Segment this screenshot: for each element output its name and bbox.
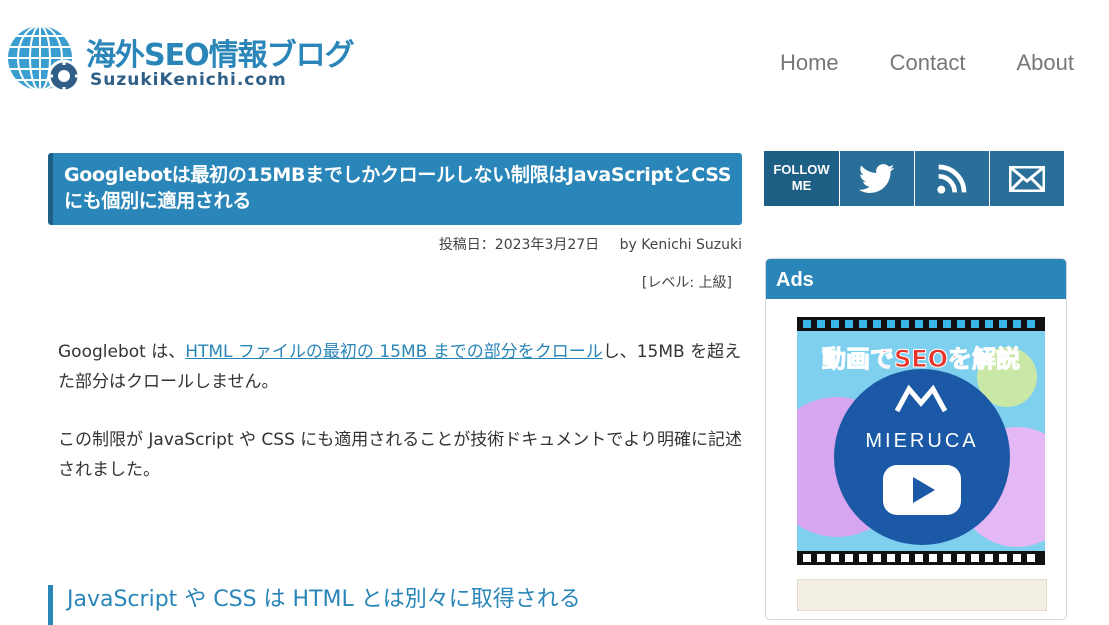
nav-about[interactable]: About <box>1017 50 1075 76</box>
article-title-box: Googlebotは最初の15MBまでしかクロールしない制限はJavaScrip… <box>48 153 742 225</box>
article-meta: 投稿日：2023年3月27日 by Kenichi Suzuki <box>48 234 742 256</box>
paragraph-1-start: Googlebot は、 <box>58 342 186 362</box>
mail-icon <box>1009 165 1045 192</box>
article: Googlebotは最初の15MBまでしかクロールしない制限はJavaScrip… <box>48 153 742 625</box>
site-subtitle: SuzukiKenichi.com <box>90 70 287 90</box>
post-author[interactable]: by Kenichi Suzuki <box>620 237 742 253</box>
site-header: 海外SEO情報ブログ SuzukiKenichi.com Home Contac… <box>0 0 1109 110</box>
ad-banner-secondary[interactable] <box>797 579 1047 611</box>
nav-contact[interactable]: Contact <box>890 50 966 76</box>
follow-bar: FOLLOW ME <box>764 151 1065 206</box>
site-logo[interactable]: 海外SEO情報ブログ SuzukiKenichi.com <box>6 24 396 98</box>
rss-button[interactable] <box>914 151 989 206</box>
twitter-icon <box>859 163 895 193</box>
inline-link-html-15mb[interactable]: HTML ファイルの最初の 15MB までの部分をクロール <box>185 342 602 362</box>
follow-me-label: FOLLOW ME <box>764 151 839 206</box>
paragraph-1: Googlebot は、HTML ファイルの最初の 15MB までの部分をクロー… <box>48 337 742 397</box>
rss-icon <box>937 164 967 194</box>
ads-widget: Ads 動画でSEOを解説 MIERUCA <box>765 258 1077 620</box>
globe-logo-icon <box>8 26 81 93</box>
ad-headline: 動画でSEOを解説 <box>822 345 1020 373</box>
section-heading: JavaScript や CSS は HTML とは別々に取得される <box>48 585 761 625</box>
site-title: 海外SEO情報ブログ <box>86 38 355 73</box>
article-level: [レベル: 上級] <box>641 275 732 291</box>
ad-brand: MIERUCA <box>865 430 978 452</box>
ad-banner-graphic: 動画でSEOを解説 MIERUCA <box>767 317 1077 565</box>
post-date: 投稿日：2023年3月27日 <box>438 237 600 253</box>
ad-banner-mieruca[interactable]: 動画でSEOを解説 MIERUCA <box>767 317 1077 565</box>
paragraph-2: この制限が JavaScript や CSS にも適用されることが技術ドキュメン… <box>58 430 742 480</box>
ads-title: Ads <box>766 259 1066 299</box>
article-title: Googlebotは最初の15MBまでしかクロールしない制限はJavaScrip… <box>64 164 732 212</box>
mail-button[interactable] <box>989 151 1064 206</box>
nav-home[interactable]: Home <box>780 50 839 76</box>
main-nav: Home Contact About <box>780 50 1074 76</box>
twitter-button[interactable] <box>839 151 914 206</box>
